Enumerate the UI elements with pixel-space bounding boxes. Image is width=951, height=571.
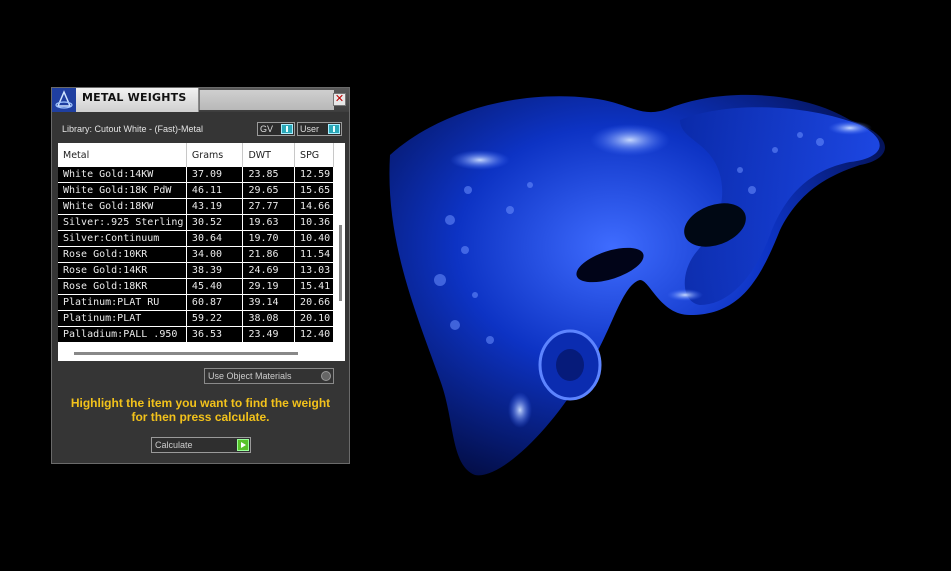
table-row[interactable]: Rose Gold:14KR 38.39 24.69 13.03 — [58, 262, 334, 279]
cell-spg: 14.66 — [294, 198, 334, 215]
cell-spg: 15.41 — [294, 278, 334, 295]
column-header-spg[interactable]: SPG — [294, 143, 334, 167]
cell-dwt: 23.85 — [242, 167, 296, 183]
horizontal-scrollbar[interactable] — [58, 346, 345, 361]
cell-metal: Rose Gold:14KR — [58, 262, 187, 279]
table-row[interactable]: Platinum:PLAT 59.22 38.08 20.10 — [58, 310, 334, 327]
cell-grams: 45.40 — [186, 278, 244, 295]
cell-metal: White Gold:18KW — [58, 198, 187, 215]
cell-spg: 10.40 — [294, 230, 334, 247]
panel-titlebar[interactable]: METAL WEIGHTS ✕ — [52, 88, 349, 112]
user-toggle[interactable]: User — [297, 122, 342, 136]
cell-metal: Platinum:PLAT RU — [58, 294, 187, 311]
cell-metal: Rose Gold:10KR — [58, 246, 187, 263]
cell-dwt: 19.70 — [242, 230, 296, 247]
user-toggle-label: User — [300, 124, 320, 134]
cell-dwt: 29.65 — [242, 182, 296, 199]
cell-grams: 34.00 — [186, 246, 244, 263]
vertical-scrollbar[interactable] — [336, 167, 345, 345]
table-row[interactable]: Rose Gold:10KR 34.00 21.86 11.54 — [58, 246, 334, 263]
materials-dropdown-value: Use Object Materials — [208, 371, 292, 381]
cell-spg: 11.54 — [294, 246, 334, 263]
cell-dwt: 24.69 — [242, 262, 296, 279]
instructions-line-2: for then press calculate. — [131, 410, 270, 424]
cell-grams: 30.64 — [186, 230, 244, 247]
cell-dwt: 27.77 — [242, 198, 296, 215]
table-header-row: Metal Grams DWT SPG — [58, 143, 334, 167]
cell-spg: 10.36 — [294, 214, 334, 231]
metal-table: Metal Grams DWT SPG White Gold:14KW 37.09… — [58, 143, 334, 343]
cell-grams: 30.52 — [186, 214, 244, 231]
toggle-on-icon — [281, 124, 293, 134]
table-row[interactable]: Platinum:PLAT RU 60.87 39.14 20.66 — [58, 294, 334, 311]
materials-dropdown[interactable]: Use Object Materials — [204, 368, 334, 384]
close-icon[interactable]: ✕ — [333, 93, 346, 106]
vertical-scroll-thumb[interactable] — [339, 225, 342, 301]
cell-grams: 43.19 — [186, 198, 244, 215]
panel-title: METAL WEIGHTS — [82, 91, 187, 104]
table-row[interactable]: White Gold:14KW 37.09 23.85 12.59 — [58, 167, 334, 183]
title-tab-secondary — [199, 90, 334, 110]
cell-dwt: 21.86 — [242, 246, 296, 263]
cell-grams: 37.09 — [186, 167, 244, 183]
cell-metal: Rose Gold:18KR — [58, 278, 187, 295]
column-header-metal[interactable]: Metal — [58, 143, 187, 167]
cell-dwt: 29.19 — [242, 278, 296, 295]
table-row[interactable]: White Gold:18KW 43.19 27.77 14.66 — [58, 198, 334, 215]
cell-grams: 60.87 — [186, 294, 244, 311]
metal-weights-panel: METAL WEIGHTS ✕ Library: Cutout White - … — [51, 87, 350, 464]
table-row[interactable]: Silver:.925 Sterling 30.52 19.63 10.36 — [58, 214, 334, 231]
cell-dwt: 38.08 — [242, 310, 296, 327]
instructions-text: Highlight the item you want to find the … — [62, 396, 339, 424]
toggle-on-icon — [328, 124, 340, 134]
column-header-dwt[interactable]: DWT — [242, 143, 296, 167]
cell-metal: Silver:Continuum — [58, 230, 187, 247]
cell-dwt: 23.49 — [242, 326, 296, 343]
cell-spg: 20.10 — [294, 310, 334, 327]
cell-grams: 38.39 — [186, 262, 244, 279]
cell-dwt: 19.63 — [242, 214, 296, 231]
cell-metal: Silver:.925 Sterling — [58, 214, 187, 231]
cell-metal: White Gold:14KW — [58, 167, 187, 183]
cell-spg: 13.03 — [294, 262, 334, 279]
cell-metal: White Gold:18K PdW — [58, 182, 187, 199]
gv-toggle-label: GV — [260, 124, 274, 134]
calculate-button[interactable]: Calculate — [151, 437, 251, 453]
cell-metal: Palladium:PALL .950 — [58, 326, 187, 343]
app-logo-icon — [52, 88, 76, 112]
play-arrow-icon[interactable] — [237, 439, 249, 451]
table-row[interactable]: Silver:Continuum 30.64 19.70 10.40 — [58, 230, 334, 247]
cell-grams: 36.53 — [186, 326, 244, 343]
metal-weights-grid[interactable]: Metal Grams DWT SPG White Gold:14KW 37.09… — [58, 143, 345, 361]
table-row[interactable]: Rose Gold:18KR 45.40 29.19 15.41 — [58, 278, 334, 295]
cell-grams: 59.22 — [186, 310, 244, 327]
cell-spg: 15.65 — [294, 182, 334, 199]
cell-spg: 12.59 — [294, 167, 334, 183]
horizontal-scroll-thumb[interactable] — [74, 352, 298, 355]
dropdown-arrow-icon[interactable] — [321, 371, 331, 381]
cell-spg: 12.40 — [294, 326, 334, 343]
library-label: Library: Cutout White - (Fast)-Metal — [62, 124, 204, 134]
gv-toggle[interactable]: GV — [257, 122, 295, 136]
table-row[interactable]: White Gold:18K PdW 46.11 29.65 15.65 — [58, 182, 334, 199]
cell-dwt: 39.14 — [242, 294, 296, 311]
cell-metal: Platinum:PLAT — [58, 310, 187, 327]
instructions-line-1: Highlight the item you want to find the … — [70, 396, 331, 410]
cell-spg: 20.66 — [294, 294, 334, 311]
3d-ring-model[interactable] — [380, 80, 900, 490]
calculate-label: Calculate — [155, 440, 193, 450]
table-row[interactable]: Palladium:PALL .950 36.53 23.49 12.40 — [58, 326, 334, 343]
column-header-grams[interactable]: Grams — [186, 143, 244, 167]
cell-grams: 46.11 — [186, 182, 244, 199]
